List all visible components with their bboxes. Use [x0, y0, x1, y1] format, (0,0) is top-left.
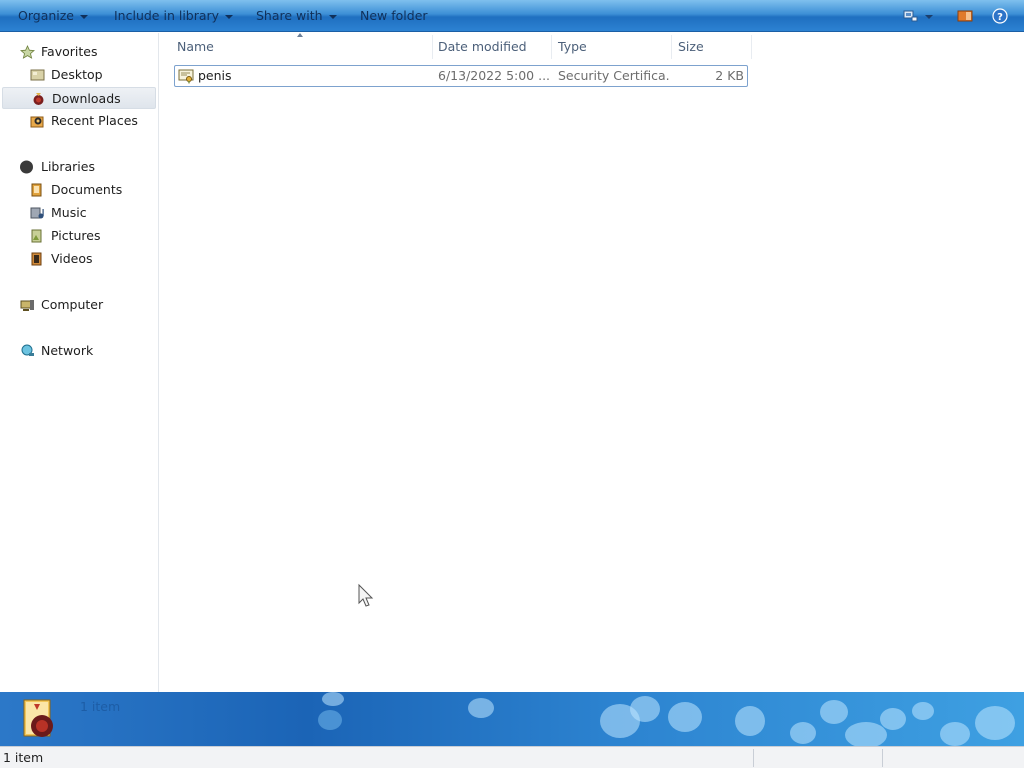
- music-icon: [30, 207, 44, 219]
- decorative-bubble: [630, 696, 660, 722]
- file-date-modified: 6/13/2022 5:00 ...: [438, 68, 550, 83]
- details-pane: 1 item: [0, 692, 1024, 746]
- decorative-bubble: [322, 692, 344, 706]
- column-header-name-label: Name: [177, 39, 214, 54]
- nav-computer-label: Computer: [41, 297, 104, 312]
- file-row[interactable]: penis 6/13/2022 5:00 ... Security Certif…: [174, 65, 748, 87]
- recent-places-icon: [30, 116, 44, 128]
- sort-ascending-icon: [297, 33, 303, 37]
- nav-videos[interactable]: Videos: [28, 248, 156, 270]
- include-in-library-button[interactable]: Include in library: [114, 7, 234, 25]
- nav-recent-places[interactable]: Recent Places: [28, 110, 156, 132]
- downloads-icon: [33, 93, 44, 105]
- decorative-bubble: [820, 700, 848, 724]
- nav-network-label: Network: [41, 343, 94, 358]
- status-item-count: 1 item: [3, 750, 44, 765]
- column-header-name[interactable]: Name: [171, 35, 433, 59]
- libraries-icon: [20, 160, 33, 174]
- new-folder-button[interactable]: New folder: [360, 7, 428, 25]
- nav-desktop[interactable]: Desktop: [28, 64, 156, 86]
- column-header-date-modified-label: Date modified: [438, 39, 527, 54]
- file-list-pane: Name Date modified Type Size penis 6/13/…: [160, 33, 1024, 692]
- nav-documents-label: Documents: [51, 182, 123, 197]
- nav-music-label: Music: [51, 205, 87, 220]
- file-size: 2 KB: [715, 68, 744, 83]
- certificate-icon: [178, 69, 194, 84]
- decorative-bubble: [318, 710, 342, 730]
- nav-network[interactable]: Network: [18, 340, 158, 362]
- nav-pictures[interactable]: Pictures: [28, 225, 156, 247]
- include-in-library-dropdown-icon: [225, 14, 234, 19]
- file-name: penis: [198, 68, 232, 83]
- decorative-bubble: [668, 702, 702, 732]
- include-in-library-label: Include in library: [114, 8, 220, 23]
- status-bar: 1 item: [0, 746, 1024, 768]
- nav-desktop-label: Desktop: [51, 67, 103, 82]
- decorative-bubble: [880, 708, 906, 730]
- pictures-icon: [31, 229, 42, 243]
- nav-libraries-label: Libraries: [41, 159, 95, 174]
- column-header-date-modified[interactable]: Date modified: [432, 35, 552, 59]
- column-header-size[interactable]: Size: [672, 35, 752, 59]
- help-icon[interactable]: ?: [992, 8, 1008, 24]
- decorative-bubble: [735, 706, 765, 736]
- command-bar: Organize Include in library Share with N…: [0, 0, 1024, 32]
- details-item-count: 1 item: [80, 699, 121, 714]
- videos-icon: [31, 252, 42, 266]
- nav-favorites-label: Favorites: [41, 44, 98, 59]
- column-header-type-label: Type: [558, 39, 587, 54]
- preview-pane-icon[interactable]: [957, 8, 973, 24]
- desktop-icon: [30, 69, 45, 81]
- column-header-size-label: Size: [678, 39, 704, 54]
- nav-music[interactable]: Music: [28, 202, 156, 224]
- new-folder-label: New folder: [360, 8, 428, 23]
- nav-documents[interactable]: Documents: [28, 179, 156, 201]
- network-icon: [21, 344, 34, 356]
- decorative-bubble: [845, 722, 887, 746]
- decorative-bubble: [912, 702, 934, 720]
- mouse-cursor-icon: [358, 583, 374, 607]
- nav-favorites[interactable]: Favorites: [18, 41, 158, 63]
- svg-text:?: ?: [997, 12, 1003, 23]
- nav-videos-label: Videos: [51, 251, 93, 266]
- star-icon: [20, 45, 35, 59]
- column-header-type[interactable]: Type: [552, 35, 672, 59]
- documents-icon: [31, 183, 42, 197]
- decorative-bubble: [790, 722, 816, 744]
- view-options-icon[interactable]: [924, 8, 934, 24]
- share-with-dropdown-icon: [328, 14, 337, 19]
- nav-computer[interactable]: Computer: [18, 294, 158, 316]
- share-with-button[interactable]: Share with: [256, 7, 337, 25]
- change-view-icon[interactable]: [903, 8, 919, 24]
- nav-downloads-label: Downloads: [52, 91, 121, 106]
- organize-label: Organize: [18, 8, 74, 23]
- decorative-bubble: [468, 698, 494, 718]
- decorative-bubble: [940, 722, 970, 746]
- file-type: Security Certifica...: [558, 68, 670, 83]
- nav-libraries[interactable]: Libraries: [18, 156, 158, 178]
- nav-downloads[interactable]: Downloads: [2, 87, 156, 109]
- status-separator: [753, 749, 754, 767]
- share-with-label: Share with: [256, 8, 323, 23]
- nav-pictures-label: Pictures: [51, 228, 101, 243]
- decorative-bubble: [975, 706, 1015, 740]
- organize-button[interactable]: Organize: [18, 7, 88, 25]
- organize-dropdown-icon: [80, 14, 88, 19]
- computer-icon: [20, 300, 34, 311]
- downloads-folder-large-icon: [23, 699, 53, 737]
- nav-recent-places-label: Recent Places: [51, 113, 138, 128]
- status-separator: [882, 749, 883, 767]
- navigation-pane: Favorites Desktop Downloads Recent Place…: [0, 33, 159, 692]
